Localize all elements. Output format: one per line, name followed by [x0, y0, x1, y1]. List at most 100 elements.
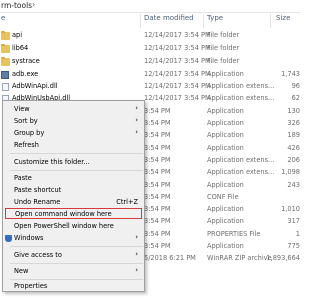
chevron-right-icon: › [135, 128, 138, 136]
breadcrumb-current[interactable]: rm-tools [1, 1, 32, 10]
menu-item-label: Open PowerShell window here [14, 222, 114, 230]
file-type: Application [207, 107, 244, 115]
menu-item-label: New [14, 267, 29, 275]
menu-item-label: Refresh [14, 141, 39, 149]
menu-item-properties[interactable]: Properties [3, 281, 144, 292]
file-date-modified: 3:54 PM [144, 144, 171, 152]
menu-separator [10, 246, 143, 247]
menu-item-view[interactable]: View › [3, 104, 144, 115]
file-row[interactable]: AdbWinApi.dll 12/14/2017 3:54 PM Applicati… [0, 81, 300, 93]
menu-item-label: Customize this folder... [14, 158, 90, 166]
context-menu: View › Sort by › Group by › Refresh Cust… [2, 100, 145, 292]
address-bar[interactable]: rm-tools › [0, 0, 300, 13]
file-type: Application [207, 242, 244, 250]
file-date-modified: 3:54 PM [144, 205, 171, 213]
file-name: AdbWinApi.dll [12, 82, 58, 90]
shield-icon [5, 235, 12, 242]
column-header-type[interactable]: Type [207, 14, 223, 28]
column-header-date[interactable]: Date modified [144, 14, 194, 28]
file-date-modified: 3:54 PM [144, 168, 171, 176]
file-type: File folder [207, 31, 240, 39]
file-type: Application [207, 70, 244, 78]
file-size: 206 [287, 156, 300, 164]
file-size: 96 [291, 82, 300, 90]
menu-item-group-by[interactable]: Group by › [3, 128, 144, 139]
file-size: 426 [287, 144, 300, 152]
file-size: 189 [287, 131, 300, 139]
chevron-right-icon: › [135, 233, 138, 241]
file-date-modified: 3:54 PM [144, 181, 171, 189]
column-divider[interactable] [203, 14, 204, 28]
file-date-modified: 3:54 PM [144, 119, 171, 127]
file-row[interactable]: api 12/14/2017 3:54 PM File folder [0, 30, 300, 42]
file-date-modified: 3:54 PM [144, 131, 171, 139]
file-date-modified: 12/14/2017 3:54 PM [144, 57, 211, 65]
file-type: File folder [207, 57, 240, 65]
chevron-right-icon: › [135, 266, 138, 274]
file-size: 243 [287, 181, 300, 189]
file-size: 62 [291, 94, 300, 102]
menu-separator [10, 170, 143, 171]
menu-item-paste[interactable]: Paste [3, 173, 144, 184]
file-date-modified: 12/14/2017 3:54 PM [144, 44, 211, 52]
file-row[interactable]: systrace 12/14/2017 3:54 PM File folder [0, 56, 300, 68]
file-name: systrace [12, 57, 40, 65]
file-name: lib64 [12, 44, 29, 52]
file-date-modified: 12/14/2017 3:54 PM [144, 94, 211, 102]
menu-item-label: Windows [14, 234, 44, 242]
file-type: Application [207, 205, 244, 213]
column-divider[interactable] [140, 14, 141, 28]
chevron-right-icon: › [135, 250, 138, 258]
menu-item-label: Give access to [14, 251, 62, 259]
menu-separator [10, 279, 143, 280]
file-row[interactable]: lib64 12/14/2017 3:54 PM File folder [0, 43, 300, 55]
file-type: Application [207, 217, 244, 225]
folder-icon [1, 31, 10, 40]
file-name: adb.exe [12, 70, 39, 78]
file-icon [2, 83, 9, 91]
file-type: Application [207, 131, 244, 139]
menu-item-label: Sort by [14, 117, 38, 125]
file-type: CONF File [207, 193, 239, 201]
file-date-modified: 3:54 PM [144, 156, 171, 164]
file-date-modified: 3:54 PM [144, 193, 171, 201]
menu-item-undo-rename[interactable]: Undo Rename Ctrl+Z [3, 197, 144, 208]
menu-item-give-access[interactable]: Give access to › [3, 250, 144, 261]
menu-item-new[interactable]: New › [3, 266, 144, 277]
menu-item-label: Paste [14, 174, 32, 182]
file-size: 1,098 [281, 168, 300, 176]
file-date-modified: 3:54 PM [144, 230, 171, 238]
menu-item-label: Undo Rename [14, 198, 61, 206]
menu-item-label: Paste shortcut [14, 186, 62, 194]
file-row[interactable]: adb.exe 12/14/2017 3:54 PM Application 1,74… [0, 69, 300, 81]
file-type: PROPERTIES File [207, 230, 261, 238]
file-size: 775 [287, 242, 300, 250]
menu-item-customize[interactable]: Customize this folder... [3, 157, 144, 168]
menu-item-sort-by[interactable]: Sort by › [3, 116, 144, 127]
file-size: 1 [295, 230, 300, 238]
menu-item-windows[interactable]: Windows › [3, 233, 144, 244]
column-header-size[interactable]: Size [276, 14, 290, 28]
menu-item-open-command-window[interactable]: Open command window here [5, 208, 142, 219]
menu-item-paste-shortcut[interactable]: Paste shortcut [3, 185, 144, 196]
chevron-right-icon: › [135, 116, 138, 124]
file-size: 317 [287, 217, 300, 225]
file-date-modified: 3:54 PM [144, 107, 171, 115]
column-divider[interactable] [270, 14, 271, 28]
menu-separator [10, 153, 143, 154]
menu-item-open-powershell[interactable]: Open PowerShell window here [3, 221, 144, 232]
file-type: Application [207, 119, 244, 127]
file-type: Application [207, 144, 244, 152]
file-name: api [12, 31, 23, 39]
breadcrumb-chevron-icon[interactable]: › [32, 0, 35, 9]
folder-icon [1, 57, 10, 66]
column-header-name[interactable]: e [1, 14, 5, 28]
menu-item-refresh[interactable]: Refresh [3, 140, 144, 151]
chevron-right-icon: › [135, 104, 138, 112]
exe-icon [1, 71, 9, 79]
file-size: 1,010 [281, 205, 300, 213]
folder-icon [1, 44, 10, 53]
file-date-modified: 5/2018 6:21 PM [144, 254, 196, 262]
file-date-modified: 12/14/2017 3:54 PM [144, 70, 211, 78]
menu-item-label: View [14, 105, 30, 113]
